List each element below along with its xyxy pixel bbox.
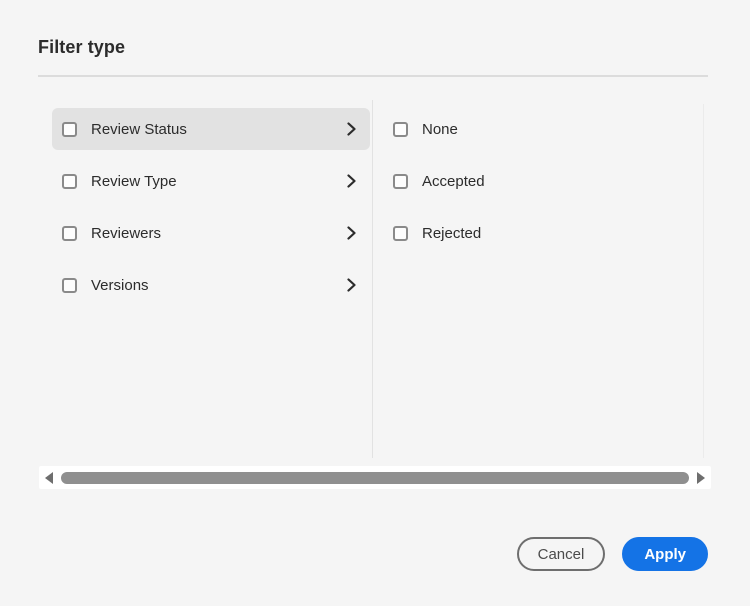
- none-checkbox[interactable]: [393, 121, 408, 137]
- scroll-left-arrow-icon[interactable]: [45, 471, 53, 484]
- versions-checkbox[interactable]: [62, 277, 77, 293]
- chevron-right-icon: [346, 226, 356, 240]
- filter-row-label: Reviewers: [91, 224, 162, 242]
- value-row-accepted[interactable]: Accepted: [391, 160, 687, 202]
- filter-category-list: Review Status Review Type Reviewers Vers…: [52, 108, 370, 316]
- apply-button[interactable]: Apply: [622, 537, 708, 571]
- rejected-checkbox[interactable]: [393, 225, 408, 241]
- scrollbar-thumb[interactable]: [61, 471, 689, 484]
- reviewers-checkbox[interactable]: [62, 225, 77, 241]
- filter-row-label: Review Status: [91, 120, 187, 138]
- filter-value-list: None Accepted Rejected: [391, 108, 687, 264]
- value-row-label: None: [422, 120, 458, 138]
- dialog-footer: Cancel Apply: [516, 537, 708, 571]
- scroll-right-arrow-icon[interactable]: [697, 471, 705, 484]
- filter-row-review-status[interactable]: Review Status: [52, 108, 370, 150]
- cancel-button[interactable]: Cancel: [516, 537, 606, 571]
- header-divider: [38, 75, 708, 77]
- value-row-rejected[interactable]: Rejected: [391, 212, 687, 254]
- value-row-none[interactable]: None: [391, 108, 687, 150]
- value-row-label: Rejected: [422, 224, 482, 242]
- accepted-checkbox[interactable]: [393, 173, 408, 189]
- review-status-checkbox[interactable]: [62, 121, 77, 137]
- filter-type-dialog: Filter type Review Status Review Type Re…: [0, 0, 750, 606]
- panel-divider: [372, 100, 373, 458]
- filter-row-versions[interactable]: Versions: [52, 264, 370, 306]
- right-edge-divider: [703, 104, 704, 458]
- filter-row-reviewers[interactable]: Reviewers: [52, 212, 370, 254]
- chevron-right-icon: [346, 174, 356, 188]
- chevron-right-icon: [346, 122, 356, 136]
- filter-row-label: Review Type: [91, 172, 177, 190]
- review-type-checkbox[interactable]: [62, 173, 77, 189]
- horizontal-scrollbar[interactable]: [39, 466, 711, 489]
- chevron-right-icon: [346, 278, 356, 292]
- dialog-title: Filter type: [38, 37, 126, 57]
- value-row-label: Accepted: [422, 172, 485, 190]
- filter-row-label: Versions: [91, 276, 149, 294]
- filter-row-review-type[interactable]: Review Type: [52, 160, 370, 202]
